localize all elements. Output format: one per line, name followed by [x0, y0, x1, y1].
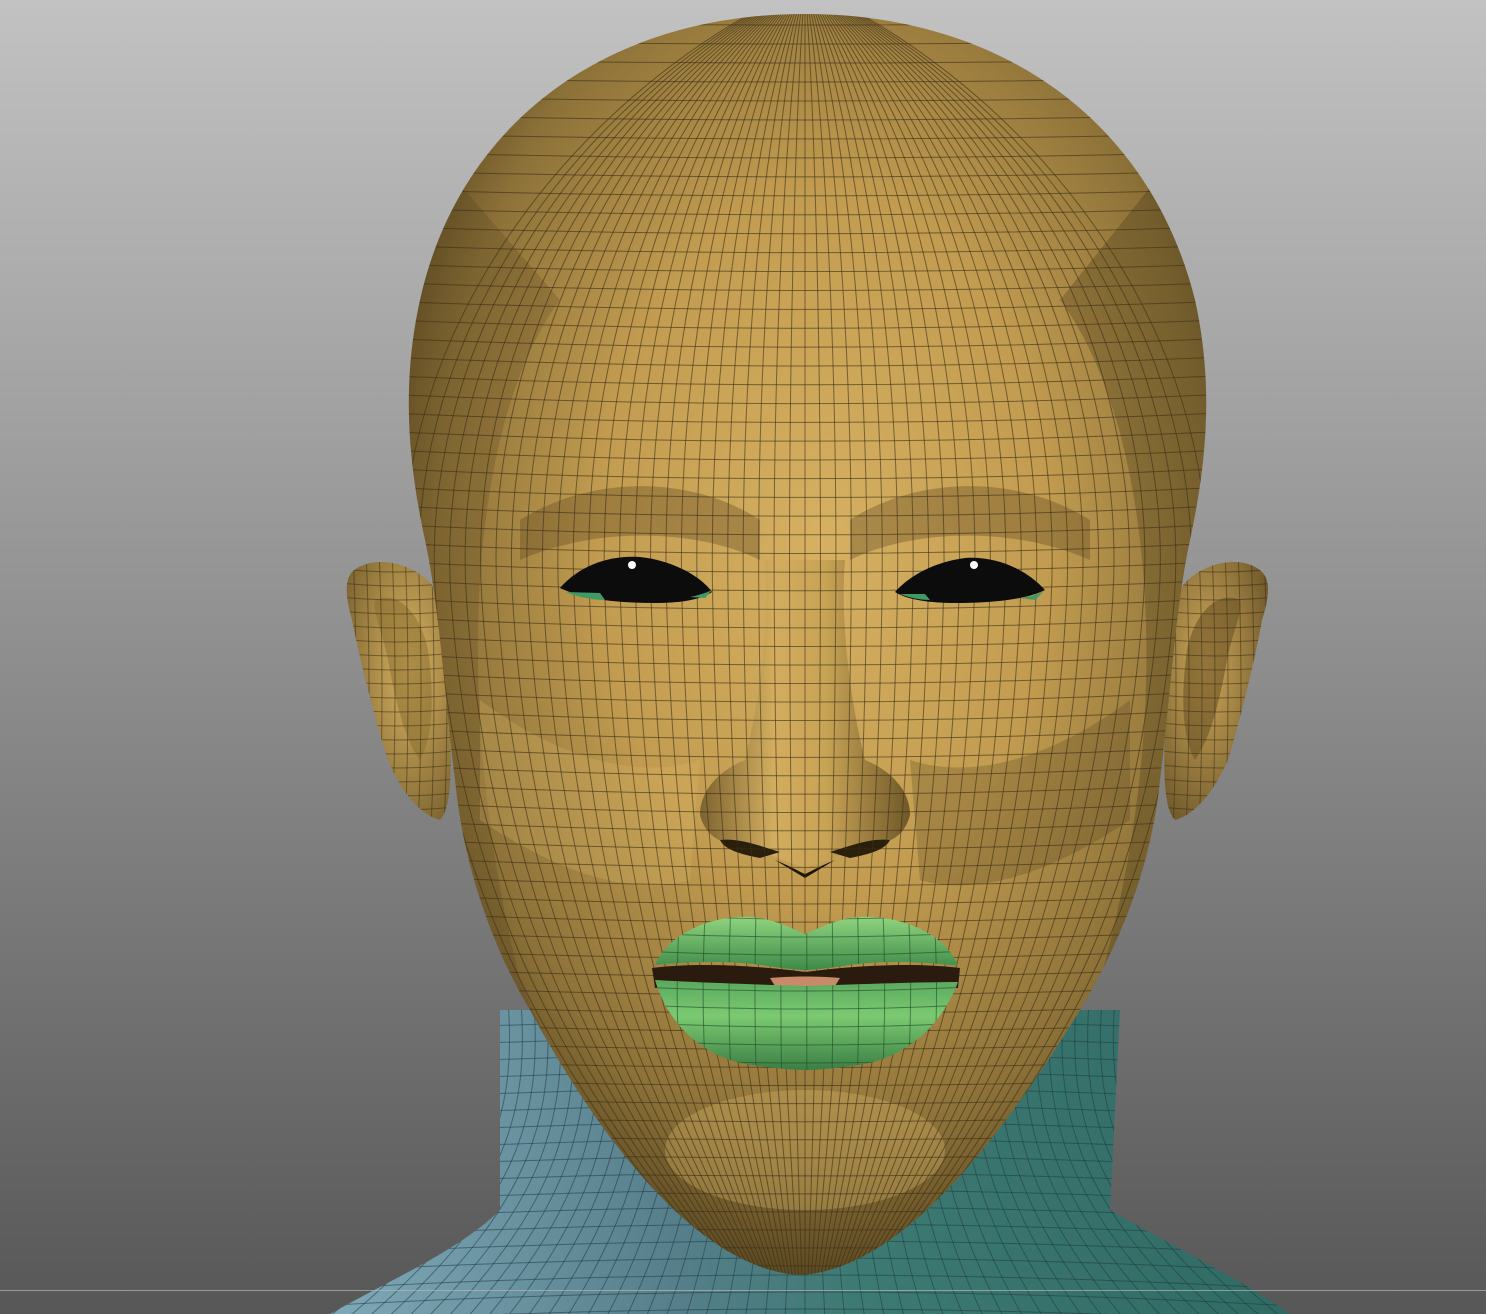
viewport-bottom-edge [0, 1290, 1486, 1291]
3d-viewport[interactable] [0, 0, 1486, 1314]
left-eye-highlight [628, 561, 636, 569]
head-mesh[interactable] [0, 0, 1486, 1314]
right-eye-highlight [970, 561, 978, 569]
